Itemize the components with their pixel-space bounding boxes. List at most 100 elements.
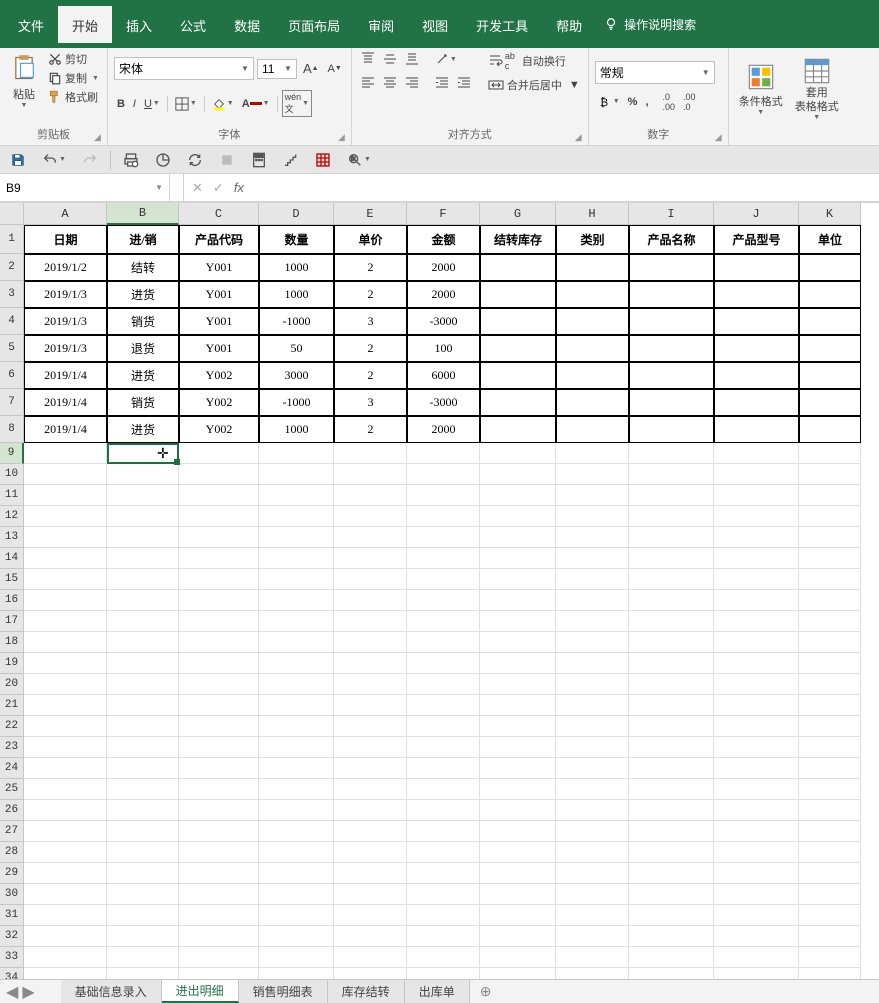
empty-cell[interactable] (714, 905, 799, 926)
empty-cell[interactable] (629, 569, 714, 590)
empty-cell[interactable] (714, 653, 799, 674)
conditional-format-button[interactable]: 条件格式 ▼ (735, 61, 787, 118)
data-cell[interactable]: Y002 (179, 362, 259, 389)
empty-cell[interactable] (334, 569, 407, 590)
data-cell[interactable] (714, 308, 799, 335)
empty-cell[interactable] (334, 947, 407, 968)
empty-cell[interactable] (259, 464, 334, 485)
empty-cell[interactable] (179, 506, 259, 527)
empty-cell[interactable] (179, 905, 259, 926)
empty-cell[interactable] (799, 737, 861, 758)
empty-cell[interactable] (259, 674, 334, 695)
empty-cell[interactable] (629, 800, 714, 821)
empty-cell[interactable] (480, 590, 556, 611)
empty-cell[interactable] (714, 737, 799, 758)
empty-cell[interactable] (334, 485, 407, 506)
header-cell[interactable]: 单价 (334, 225, 407, 254)
empty-cell[interactable] (480, 653, 556, 674)
empty-cell[interactable] (24, 569, 107, 590)
empty-cell[interactable] (334, 632, 407, 653)
phonetic-button[interactable]: wén文▼ (282, 90, 312, 117)
empty-cell[interactable] (179, 695, 259, 716)
number-launcher-icon[interactable]: ◢ (715, 132, 722, 143)
font-size-combo[interactable]: 11▼ (257, 59, 297, 79)
empty-cell[interactable] (480, 779, 556, 800)
empty-cell[interactable] (629, 464, 714, 485)
empty-cell[interactable] (24, 905, 107, 926)
empty-cell[interactable] (407, 611, 480, 632)
empty-cell[interactable] (24, 779, 107, 800)
sheet-tab[interactable]: 基础信息录入 (61, 980, 162, 1003)
decrease-decimal-button[interactable]: .00.0 (680, 90, 699, 114)
empty-cell[interactable] (179, 485, 259, 506)
merge-center-button[interactable]: 合并后居中▼ (486, 76, 582, 94)
qat-steps-button[interactable] (279, 150, 303, 170)
data-cell[interactable] (480, 389, 556, 416)
empty-cell[interactable] (714, 464, 799, 485)
borders-button[interactable]: ▼ (172, 95, 200, 113)
data-cell[interactable] (629, 308, 714, 335)
col-header-J[interactable]: J (714, 203, 799, 225)
row-header-24[interactable]: 24 (0, 758, 24, 779)
empty-cell[interactable] (799, 716, 861, 737)
data-cell[interactable] (480, 362, 556, 389)
empty-cell[interactable] (556, 863, 629, 884)
col-header-H[interactable]: H (556, 203, 629, 225)
data-cell[interactable]: 3 (334, 389, 407, 416)
data-cell[interactable]: 2 (334, 362, 407, 389)
data-cell[interactable] (629, 389, 714, 416)
row-header-23[interactable]: 23 (0, 737, 24, 758)
empty-cell[interactable] (24, 653, 107, 674)
empty-cell[interactable] (24, 821, 107, 842)
data-cell[interactable]: 进货 (107, 362, 179, 389)
data-cell[interactable]: 2 (334, 335, 407, 362)
data-cell[interactable]: Y001 (179, 308, 259, 335)
empty-cell[interactable] (556, 779, 629, 800)
align-middle-button[interactable] (380, 50, 400, 68)
cut-button[interactable]: 剪切 (46, 50, 101, 68)
cancel-formula-button[interactable]: ✕ (192, 180, 203, 196)
empty-cell[interactable] (259, 548, 334, 569)
empty-cell[interactable] (334, 443, 407, 464)
data-cell[interactable] (799, 362, 861, 389)
empty-cell[interactable] (799, 548, 861, 569)
data-cell[interactable]: Y002 (179, 389, 259, 416)
row-header-8[interactable]: 8 (0, 416, 24, 443)
data-cell[interactable]: Y002 (179, 416, 259, 443)
empty-cell[interactable] (714, 632, 799, 653)
empty-cell[interactable] (107, 863, 179, 884)
clipboard-launcher-icon[interactable]: ◢ (94, 132, 101, 143)
empty-cell[interactable] (480, 863, 556, 884)
empty-cell[interactable] (556, 527, 629, 548)
empty-cell[interactable] (799, 485, 861, 506)
empty-cell[interactable] (407, 674, 480, 695)
empty-cell[interactable] (107, 842, 179, 863)
row-header-20[interactable]: 20 (0, 674, 24, 695)
data-cell[interactable] (629, 281, 714, 308)
increase-decimal-button[interactable]: .0.00 (660, 90, 679, 114)
empty-cell[interactable] (334, 506, 407, 527)
alignment-launcher-icon[interactable]: ◢ (575, 132, 582, 143)
empty-cell[interactable] (629, 590, 714, 611)
data-cell[interactable]: 2019/1/3 (24, 335, 107, 362)
empty-cell[interactable] (629, 947, 714, 968)
data-cell[interactable] (799, 308, 861, 335)
empty-cell[interactable] (629, 632, 714, 653)
empty-cell[interactable] (480, 506, 556, 527)
row-header-22[interactable]: 22 (0, 716, 24, 737)
tab-view[interactable]: 视图 (408, 6, 462, 43)
empty-cell[interactable] (179, 926, 259, 947)
align-center-button[interactable] (380, 74, 400, 92)
empty-cell[interactable] (179, 737, 259, 758)
empty-cell[interactable] (714, 800, 799, 821)
accounting-button[interactable]: ₿▼ (595, 90, 623, 114)
font-launcher-icon[interactable]: ◢ (338, 132, 345, 143)
row-header-14[interactable]: 14 (0, 548, 24, 569)
empty-cell[interactable] (407, 653, 480, 674)
format-painter-button[interactable]: 格式刷 (46, 88, 101, 106)
empty-cell[interactable] (24, 947, 107, 968)
format-as-table-button[interactable]: 套用 表格格式 ▼ (791, 55, 843, 122)
empty-cell[interactable] (24, 464, 107, 485)
align-left-button[interactable] (358, 74, 378, 92)
empty-cell[interactable] (407, 632, 480, 653)
